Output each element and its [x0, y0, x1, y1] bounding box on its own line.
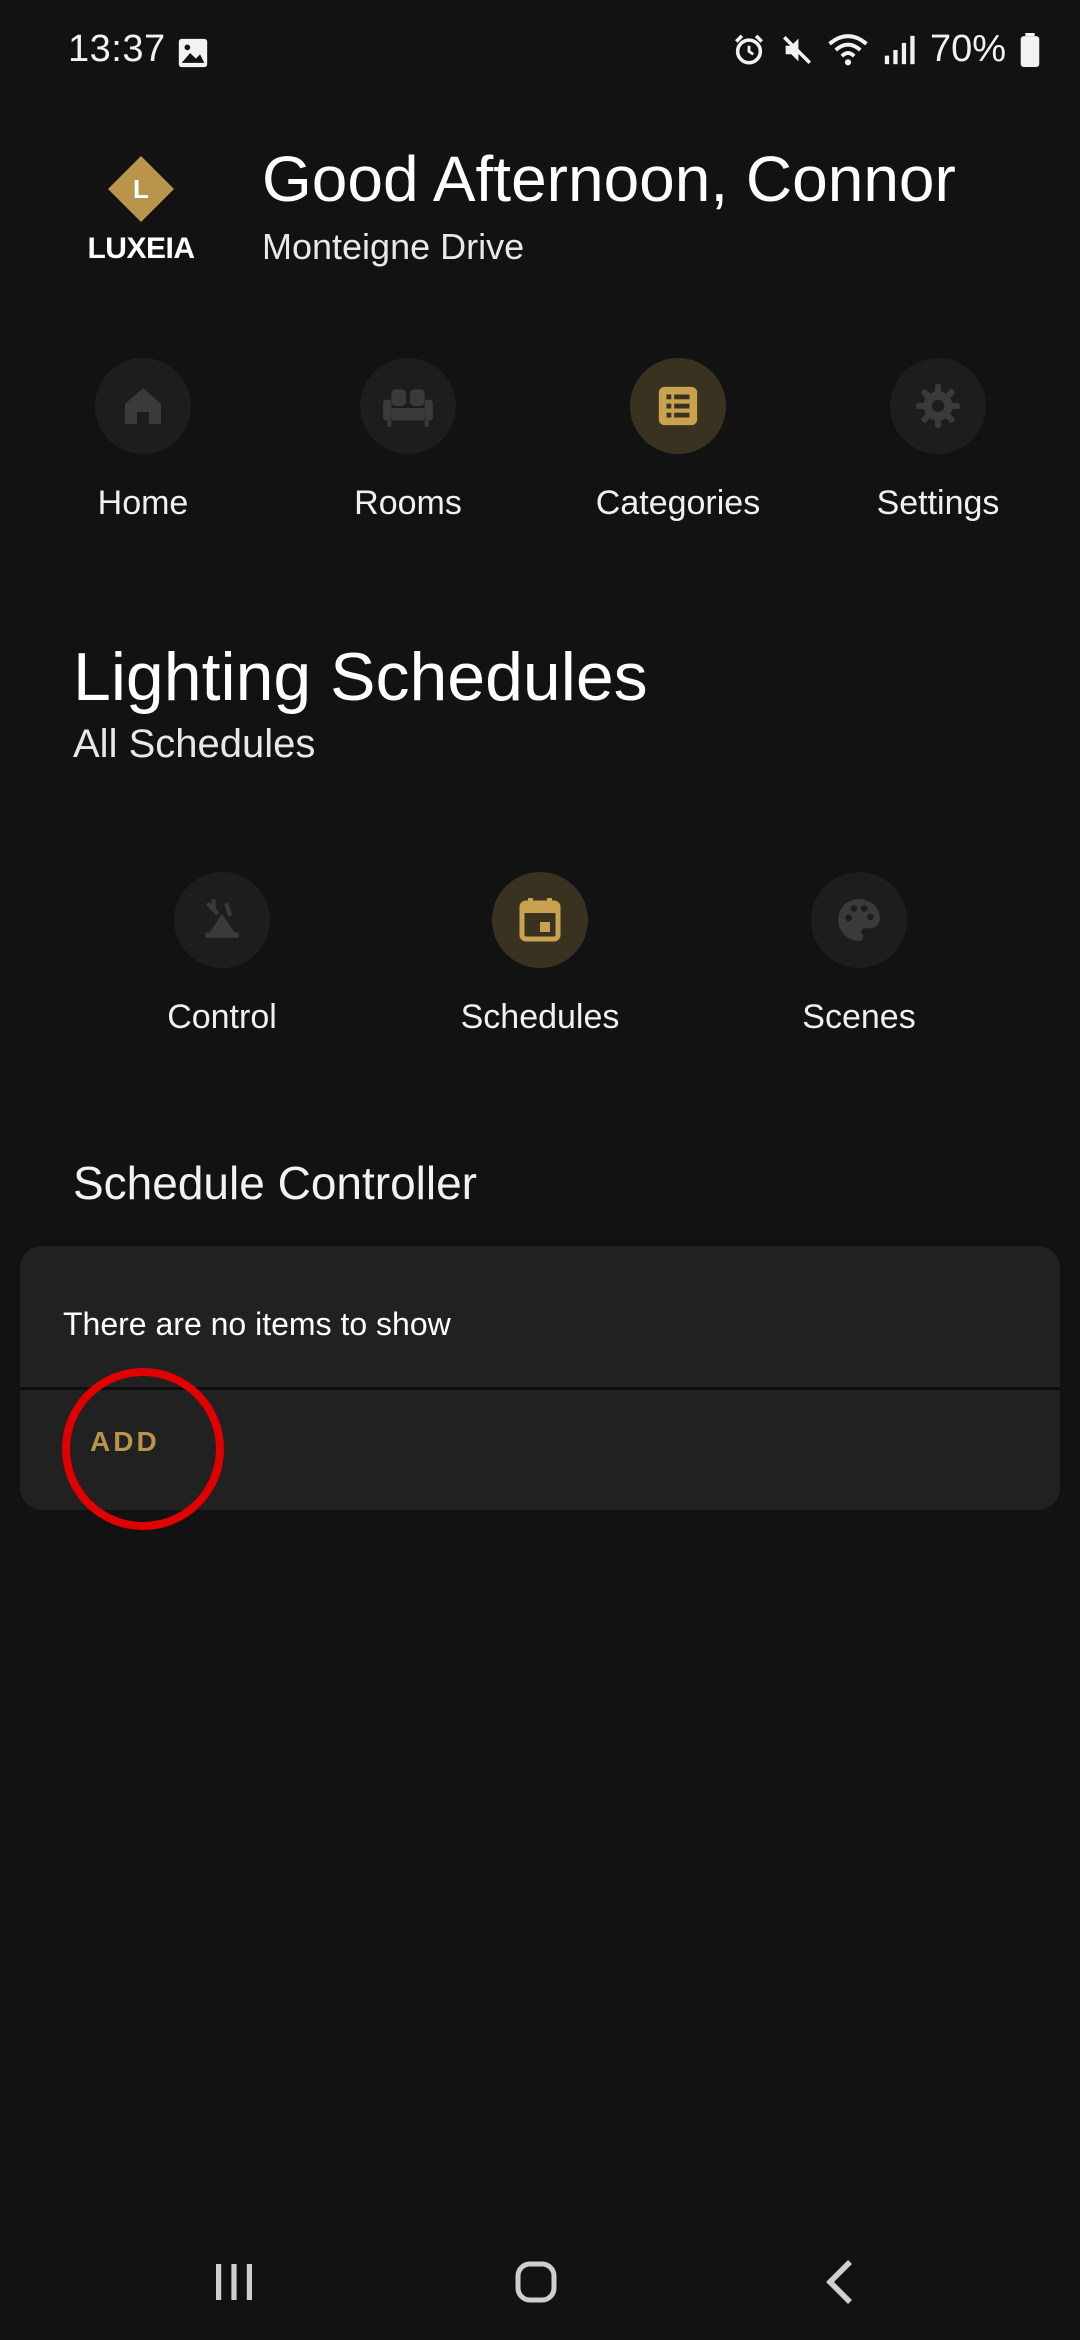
recent-apps-icon	[216, 2264, 252, 2300]
app-screen: 13:37 70% L LUXEIA Good Afternoon, Conno…	[0, 0, 1080, 2340]
subnav-schedules-button[interactable]	[492, 872, 588, 968]
subnav-control[interactable]: Control	[112, 872, 332, 1037]
nav-home-button[interactable]	[95, 358, 191, 454]
back-chevron-icon	[826, 2260, 852, 2304]
nav-settings-label: Settings	[876, 484, 1000, 522]
status-time: 13:37	[68, 28, 166, 70]
nav-rooms-label: Rooms	[354, 484, 462, 522]
nav-settings-button[interactable]	[890, 358, 986, 454]
subnav-scenes[interactable]: Scenes	[749, 872, 969, 1037]
mute-icon	[782, 35, 811, 64]
nav-home-label: Home	[97, 484, 189, 522]
palette-icon	[838, 899, 880, 941]
subnav-scenes-button[interactable]	[811, 872, 907, 968]
system-nav-bar	[0, 2230, 1080, 2340]
status-bar: 13:37 70%	[0, 0, 1080, 100]
nav-home[interactable]: Home	[53, 358, 233, 523]
subnav-schedules[interactable]: Schedules	[430, 872, 650, 1037]
alarm-icon	[734, 34, 763, 65]
empty-message: There are no items to show	[63, 1306, 451, 1342]
luxeia-logo: L LUXEIA	[80, 150, 200, 270]
signal-icon	[884, 35, 915, 64]
calendar-icon	[519, 898, 561, 942]
recent-apps-button[interactable]	[194, 2252, 274, 2312]
list-icon	[658, 386, 698, 426]
schedule-controller-title: Schedule Controller	[73, 1157, 478, 1209]
wifi-icon	[828, 33, 868, 65]
battery-percent: 70%	[929, 28, 1006, 70]
gear-icon	[916, 384, 960, 428]
greeting-text: Good Afternoon, Connor	[262, 143, 956, 215]
image-notification-icon	[178, 38, 208, 68]
nav-categories-button[interactable]	[630, 358, 726, 454]
home-system-button[interactable]	[496, 2252, 576, 2312]
logo-text: LUXEIA	[87, 232, 195, 265]
page-title: Lighting Schedules	[73, 639, 648, 715]
card-divider	[20, 1387, 1060, 1390]
nav-rooms[interactable]: Rooms	[318, 358, 498, 523]
logo-letter: L	[133, 174, 149, 204]
page-subtitle: All Schedules	[73, 722, 316, 766]
location-text: Monteigne Drive	[262, 226, 525, 267]
nav-categories[interactable]: Categories	[588, 358, 768, 523]
battery-icon	[1020, 32, 1040, 67]
nav-settings[interactable]: Settings	[848, 358, 1028, 523]
logo-diamond-icon: L	[108, 156, 174, 222]
subnav-control-button[interactable]	[174, 872, 270, 968]
schedule-card: There are no items to show ADD	[20, 1246, 1060, 1510]
subnav-schedules-label: Schedules	[460, 998, 620, 1036]
lamp-icon	[205, 899, 239, 938]
subnav-control-label: Control	[167, 998, 277, 1036]
status-icons: 70%	[732, 28, 1040, 71]
home-icon	[125, 388, 161, 424]
home-square-icon	[515, 2261, 557, 2303]
back-button[interactable]	[800, 2252, 880, 2312]
nav-categories-label: Categories	[595, 484, 761, 522]
subnav-scenes-label: Scenes	[802, 998, 916, 1036]
nav-rooms-button[interactable]	[360, 358, 456, 454]
add-button[interactable]: ADD	[90, 1426, 160, 1458]
sofa-icon	[383, 389, 433, 427]
